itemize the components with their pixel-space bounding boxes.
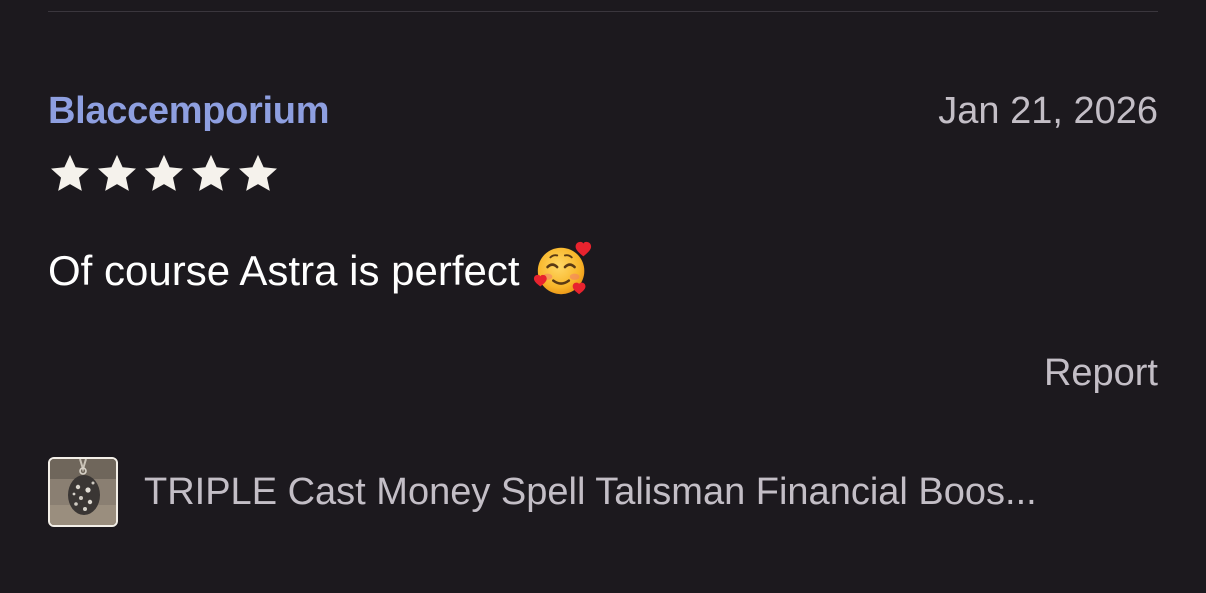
star-icon xyxy=(98,154,136,191)
listing-title[interactable]: TRIPLE Cast Money Spell Talisman Financi… xyxy=(144,469,1158,515)
star-icon xyxy=(192,154,230,191)
star-icon xyxy=(145,154,183,191)
review-date: Jan 21, 2026 xyxy=(938,90,1158,132)
pendant-stone-image xyxy=(50,459,116,525)
review-card: Blaccemporium Jan 21, 2026 Of course Ast… xyxy=(48,0,1158,593)
reviewer-name[interactable]: Blaccemporium xyxy=(48,88,330,134)
review-text: Of course Astra is perfect xyxy=(48,240,594,302)
star-icon xyxy=(239,154,277,191)
review-text-content: Of course Astra is perfect xyxy=(48,247,520,294)
star-icon xyxy=(51,154,89,191)
listing-link[interactable]: TRIPLE Cast Money Spell Talisman Financi… xyxy=(48,455,1158,529)
star-rating xyxy=(48,152,280,196)
report-link[interactable]: Report xyxy=(1044,350,1158,396)
listing-thumbnail[interactable] xyxy=(48,457,118,527)
smiling-face-with-hearts-icon xyxy=(533,241,591,295)
